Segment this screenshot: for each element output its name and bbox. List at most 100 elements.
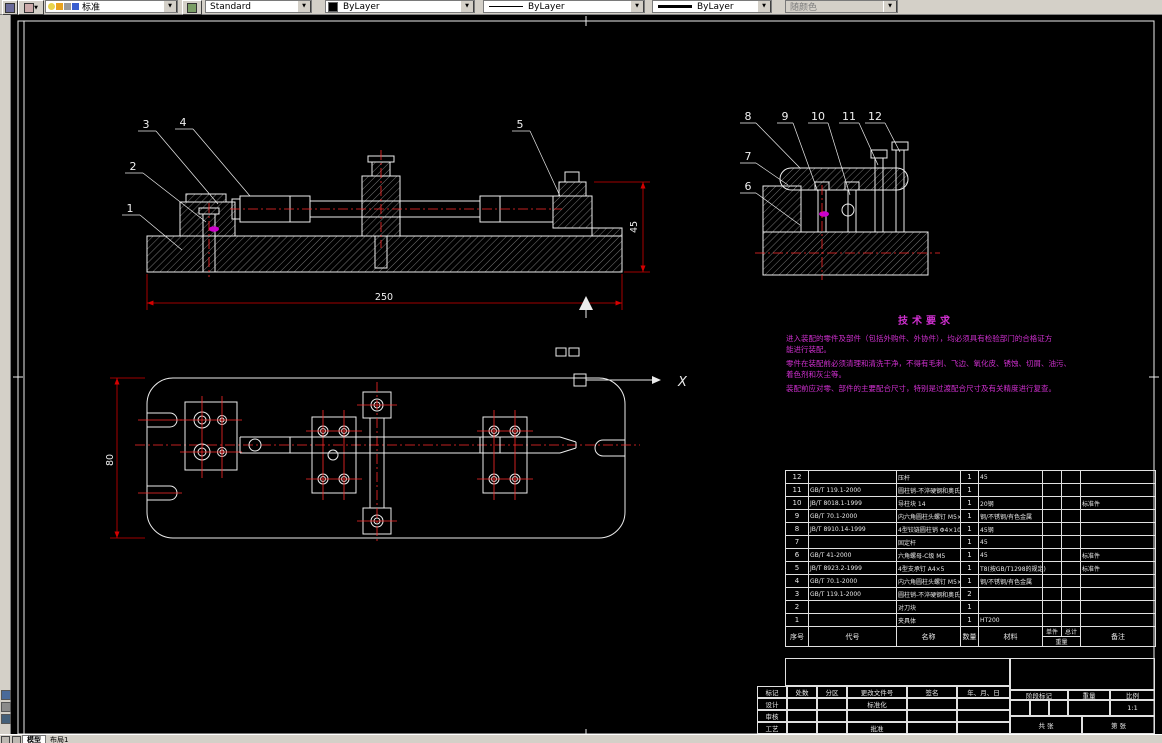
titleblock-scale-value: 1:1 (1110, 700, 1155, 716)
bom-cell-num: 4 (785, 574, 809, 588)
bom-row: 5 JB/T 8923.2-1999 4型支承钉 A4×5 1 T8(按GB/T1298… (785, 561, 1156, 575)
callout-12: 12 (868, 110, 882, 123)
dropdown-arrow-icon: ▼ (34, 4, 38, 11)
bom-cell-material (978, 483, 1043, 497)
bom-cell-material: 钢/不锈钢/有色金属 (978, 574, 1043, 588)
ucs-origin-icon (573, 373, 587, 387)
bom-header-unit: 单件 (1044, 627, 1062, 636)
titleblock-cell (907, 698, 957, 710)
lineweight-combo-value: ByLayer (697, 1, 734, 12)
bom-cell-qty: 1 (960, 535, 979, 549)
bom-header-weight: 单件 总计 重量 (1042, 626, 1081, 647)
front-view: 1 2 3 4 5 250 45 (122, 116, 650, 310)
bom-cell-unit (1042, 535, 1062, 549)
dropdown-arrow-icon[interactable]: ▼ (757, 1, 771, 12)
tab-scroll-right-icon[interactable] (12, 735, 21, 743)
bom-cell-remark (1080, 470, 1156, 484)
bom-cell-material (978, 587, 1043, 601)
bom-cell-num: 6 (785, 548, 809, 562)
titleblock-sheet-index: 第 张 (1082, 716, 1155, 734)
bom-header-row: 序号 代号 名称 数量 材料 单件 总计 重量 备注 (785, 626, 1156, 647)
plan-view: 80 (104, 377, 640, 542)
bom-cell-remark (1080, 509, 1156, 523)
bom-cell-total (1061, 470, 1081, 484)
callout-9: 9 (782, 110, 789, 123)
lineweight-combo[interactable]: ByLayer ▼ (652, 0, 772, 13)
toolbar-button-make-current[interactable] (182, 0, 202, 15)
tab-scroll-left-icon[interactable] (1, 735, 10, 743)
callout-4: 4 (180, 116, 187, 129)
bom-row: 10 JB/T 8018.1-1999 导柱块 14 1 20钢 标准件 (785, 496, 1156, 510)
titleblock-mark: 标记 (757, 686, 787, 698)
bom-cell-unit (1042, 522, 1062, 536)
titleblock-cell (957, 698, 1010, 710)
dropdown-arrow-icon[interactable]: ▼ (297, 1, 311, 12)
bom-cell-code: GB/T 119.1-2000 (808, 587, 897, 601)
tool-icon[interactable] (1, 714, 11, 724)
bom-cell-qty: 1 (960, 522, 979, 536)
bom-cell-total (1061, 561, 1081, 575)
color-combo[interactable]: ByLayer ▼ (325, 0, 475, 13)
bom-cell-num: 9 (785, 509, 809, 523)
style-combo[interactable]: Standard ▼ (205, 0, 312, 13)
highlight-part-2 (819, 211, 829, 217)
bom-cell-num: 5 (785, 561, 809, 575)
titleblock-stage-cell (1030, 700, 1049, 716)
layer-combo[interactable]: 标准 ▼ (45, 0, 178, 13)
bom-cell-remark (1080, 535, 1156, 549)
tech-req-title: 技术要求 (898, 316, 954, 327)
bom-cell-unit (1042, 496, 1062, 510)
bom-header-material: 材料 (978, 626, 1043, 647)
bom-header-num: 序号 (785, 626, 809, 647)
bom-cell-name: 圆柱销-不淬硬钢和奥氏体不锈钢 Φ5×18 (896, 587, 961, 601)
dropdown-arrow-icon: ▼ (883, 1, 897, 12)
callout-6: 6 (745, 180, 752, 193)
bom-cell-code: GB/T 119.1-2000 (808, 483, 897, 497)
bom-cell-material: T8(按GB/T1298的规定) (978, 561, 1046, 575)
bom-header-qty: 数量 (960, 626, 979, 647)
bom-cell-qty: 1 (960, 483, 979, 497)
bom-cell-qty: 1 (960, 548, 979, 562)
bom-cell-name: 内六角圆柱头螺钉 M5×16 (896, 574, 961, 588)
bom-cell-total (1061, 587, 1081, 601)
bom-cell-code: JB/T 8018.1-1999 (808, 496, 897, 510)
tab-layout1[interactable]: 布局1 (46, 736, 72, 743)
bom-cell-remark: 标准件 (1080, 548, 1156, 562)
bom-cell-code: GB/T 70.1-2000 (808, 509, 897, 523)
layer-state-icon (187, 2, 197, 13)
bom-cell-code (808, 600, 897, 614)
titleblock-process: 工艺 (757, 722, 787, 734)
bom-cell-name: 固定杆 (896, 535, 961, 549)
bom-cell-material: 45钢 (978, 522, 1043, 536)
bom-row: 7 固定杆 1 45 (785, 535, 1156, 549)
color-combo-value: ByLayer (343, 1, 380, 12)
dropdown-arrow-icon[interactable]: ▼ (630, 1, 644, 12)
tab-model[interactable]: 模型 (22, 735, 46, 743)
bom-cell-num: 8 (785, 522, 809, 536)
titleblock-weight: 重量 (1068, 690, 1110, 700)
bom-cell-code: JB/T 8910.14-1999 (808, 522, 897, 536)
toolbar-button-layers[interactable]: ▼ (18, 0, 44, 15)
bom-cell-remark (1080, 483, 1156, 497)
layer-on-icon (48, 3, 55, 10)
callout-1: 1 (127, 202, 134, 215)
layout-tab-bar: 模型 布局1 (0, 734, 1162, 743)
titleblock-cell (907, 722, 957, 734)
bom-cell-total (1061, 613, 1081, 627)
dropdown-arrow-icon[interactable]: ▼ (163, 1, 177, 12)
bom-cell-num: 10 (785, 496, 809, 510)
bom-cell-code: GB/T 70.1-2000 (808, 574, 897, 588)
titleblock-scale: 比例 (1110, 690, 1155, 700)
titleblock-cell (787, 722, 817, 734)
style-combo-value: Standard (210, 1, 251, 12)
tool-icon[interactable] (1, 702, 11, 712)
bom-row: 4GB/T 70.1-2000内六角圆柱头螺钉 M5×161钢/不锈钢/有色金属 (785, 574, 1156, 588)
dropdown-arrow-icon[interactable]: ▼ (460, 1, 474, 12)
tool-icon[interactable] (1, 690, 11, 700)
bom-cell-unit (1042, 587, 1062, 601)
toolbar-button-undo[interactable] (2, 0, 18, 15)
bom-cell-unit (1042, 574, 1062, 588)
titleblock-sign: 签名 (907, 686, 957, 698)
linetype-combo[interactable]: ByLayer ▼ (483, 0, 645, 13)
layer-combo-value: 标准 (82, 3, 101, 13)
